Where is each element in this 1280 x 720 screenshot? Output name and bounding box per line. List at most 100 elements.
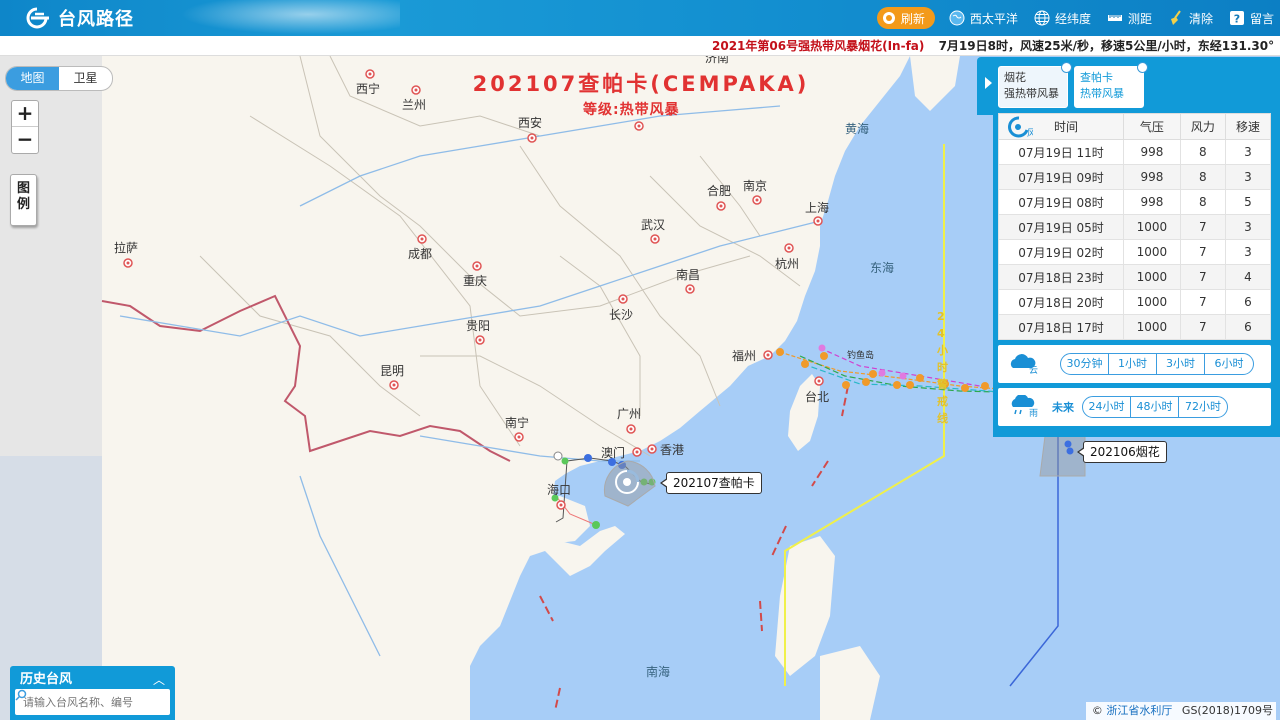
- cloud-30min-button[interactable]: 30分钟: [1061, 354, 1109, 374]
- table-cell: 6: [1224, 314, 1272, 340]
- copyright-bar: © 浙江省水利厅 GS(2018)1709号: [1085, 702, 1276, 720]
- broom-icon: [1168, 10, 1184, 26]
- rain-48h-button[interactable]: 48小时: [1131, 397, 1179, 417]
- table-cell: 1000: [1123, 289, 1181, 315]
- nav-clear[interactable]: 清除: [1168, 10, 1213, 27]
- city-label: 成都: [408, 247, 433, 261]
- table-cell: 4: [1224, 264, 1272, 290]
- city-label: 长沙: [609, 308, 634, 322]
- island-label: 钓鱼岛: [847, 351, 875, 361]
- chevron-up-icon[interactable]: ︿: [153, 671, 165, 688]
- refresh-icon: [882, 12, 895, 24]
- rain-24h-button[interactable]: 24小时: [1083, 397, 1131, 417]
- grid-globe-icon: [1034, 10, 1050, 26]
- table-cell: 1000: [1123, 264, 1181, 290]
- table-row[interactable]: 07月18日 17时 1000 7 6: [998, 314, 1272, 340]
- nav-west-pacific[interactable]: 西太平洋: [949, 10, 1018, 27]
- table-cell: 7: [1179, 314, 1226, 340]
- typhoon-tag-cempaka[interactable]: 202107查帕卡: [660, 472, 762, 494]
- copyright-symbol: ©: [1091, 704, 1103, 717]
- maptype-switch: 地图 卫星: [5, 66, 113, 91]
- city-label: 杭州: [775, 257, 800, 271]
- tab-cempaka[interactable]: 查帕卡 热带风暴: [1074, 62, 1148, 108]
- city-label: 上海: [805, 201, 830, 215]
- city-label: 广州: [617, 407, 642, 421]
- rain-buttons: 24小时 48小时 72小时: [1082, 396, 1228, 418]
- zoom-in-button[interactable]: +: [12, 101, 38, 127]
- table-cell: 6: [1224, 289, 1272, 315]
- table-cell: 07月19日 08时: [998, 189, 1124, 215]
- table-cell: 07月19日 05时: [998, 214, 1124, 240]
- copyright-link[interactable]: 浙江省水利厅: [1106, 704, 1172, 717]
- ticker-typhoon-name: 2021年第06号强热带风暴烟花(In-fa): [712, 39, 925, 53]
- table-header-speed: 移速: [1224, 113, 1272, 140]
- typhoon-tag-infa[interactable]: 202106烟花: [1077, 441, 1167, 463]
- tab-infa[interactable]: 烟花 强热带风暴: [998, 62, 1072, 108]
- wind-icon: 风: [1007, 116, 1036, 141]
- nav-message[interactable]: ? 留言: [1229, 10, 1274, 27]
- zoom-out-button[interactable]: −: [12, 127, 38, 153]
- nav-label: 测距: [1127, 11, 1152, 26]
- table-cell: 8: [1179, 189, 1226, 215]
- cloud-3h-button[interactable]: 3小时: [1157, 354, 1205, 374]
- maptype-satellite-button[interactable]: 卫星: [59, 67, 112, 90]
- nav-measure[interactable]: 测距: [1107, 10, 1152, 27]
- legend-button[interactable]: 图例: [10, 174, 37, 226]
- table-cell: 998: [1123, 164, 1181, 190]
- close-tab-icon[interactable]: [1061, 62, 1072, 73]
- warning-line-label: 24小时警戒线: [937, 310, 948, 425]
- panel-body: 风 时间 气压 风力 移速 07月19日 11时 998 8 3 07月19日 09时 9…: [993, 109, 1280, 437]
- table-cell: 3: [1224, 214, 1272, 240]
- table-row[interactable]: 07月19日 02时 1000 7 3: [998, 239, 1272, 265]
- city-label: 拉萨: [114, 241, 139, 255]
- table-cell: 07月18日 23时: [998, 264, 1124, 290]
- cloud-buttons: 30分钟 1小时 3小时 6小时: [1060, 353, 1254, 375]
- typhoon-cloud-decoration: [170, 0, 400, 36]
- tab-level: 强热带风暴: [1004, 87, 1059, 100]
- top-nav: 刷新 西太平洋 经纬度 测距 清除 ? 留言: [876, 0, 1280, 36]
- typhoon-logo-icon: [22, 6, 52, 30]
- table-cell: 998: [1123, 139, 1181, 165]
- table-cell: 07月19日 11时: [998, 139, 1124, 165]
- close-tab-icon[interactable]: [1137, 62, 1148, 73]
- table-row[interactable]: 07月19日 09时 998 8 3: [998, 164, 1272, 190]
- city-label: 台北: [805, 390, 830, 404]
- table-row[interactable]: 07月19日 08时 998 8 5: [998, 189, 1272, 215]
- table-row[interactable]: 07月18日 20时 1000 7 6: [998, 289, 1272, 315]
- app-logo[interactable]: 台风路径: [22, 5, 134, 31]
- table-row[interactable]: 07月18日 23时 1000 7 4: [998, 264, 1272, 290]
- track-point: [592, 521, 600, 529]
- table-cell: 8: [1179, 164, 1226, 190]
- cloud-1h-button[interactable]: 1小时: [1109, 354, 1157, 374]
- cloud-6h-button[interactable]: 6小时: [1205, 354, 1253, 374]
- table-row[interactable]: 07月19日 11时 998 8 3: [998, 139, 1272, 165]
- table-cell: 8: [1179, 139, 1226, 165]
- tab-name: 查帕卡: [1080, 71, 1113, 84]
- city-label: 合肥: [707, 184, 732, 198]
- city-label: 福州: [732, 349, 757, 363]
- city-label: 南昌: [676, 268, 701, 282]
- nav-lat-lon[interactable]: 经纬度: [1034, 10, 1091, 27]
- svg-text:雨: 雨: [1029, 408, 1038, 417]
- table-cell: 998: [1123, 189, 1181, 215]
- history-search-input[interactable]: [23, 695, 153, 709]
- help-icon: ?: [1229, 10, 1245, 26]
- globe-icon: [949, 10, 965, 26]
- table-cell: 07月18日 20时: [998, 289, 1124, 315]
- city-label: 澳门: [601, 446, 626, 460]
- city-label: 香港: [660, 443, 685, 457]
- sea-label: 黄海: [845, 122, 870, 136]
- taiwan-island: [788, 374, 820, 451]
- city-label: 海口: [547, 483, 572, 497]
- city-label: 兰州: [402, 98, 427, 112]
- table-cell: 3: [1224, 164, 1272, 190]
- top-header: 台风路径 刷新 西太平洋 经纬度 测距 清除 ? 留言: [0, 0, 1280, 36]
- collapse-arrow-icon[interactable]: [985, 77, 992, 89]
- table-row[interactable]: 07月19日 05时 1000 7 3: [998, 214, 1272, 240]
- rain-72h-button[interactable]: 72小时: [1179, 397, 1227, 417]
- city-label: 西安: [518, 116, 543, 130]
- typhoon-tabs: 烟花 强热带风暴 查帕卡 热带风暴: [977, 57, 1280, 115]
- city-label: 贵阳: [466, 319, 491, 333]
- refresh-button[interactable]: 刷新: [876, 7, 935, 29]
- maptype-map-button[interactable]: 地图: [6, 67, 59, 90]
